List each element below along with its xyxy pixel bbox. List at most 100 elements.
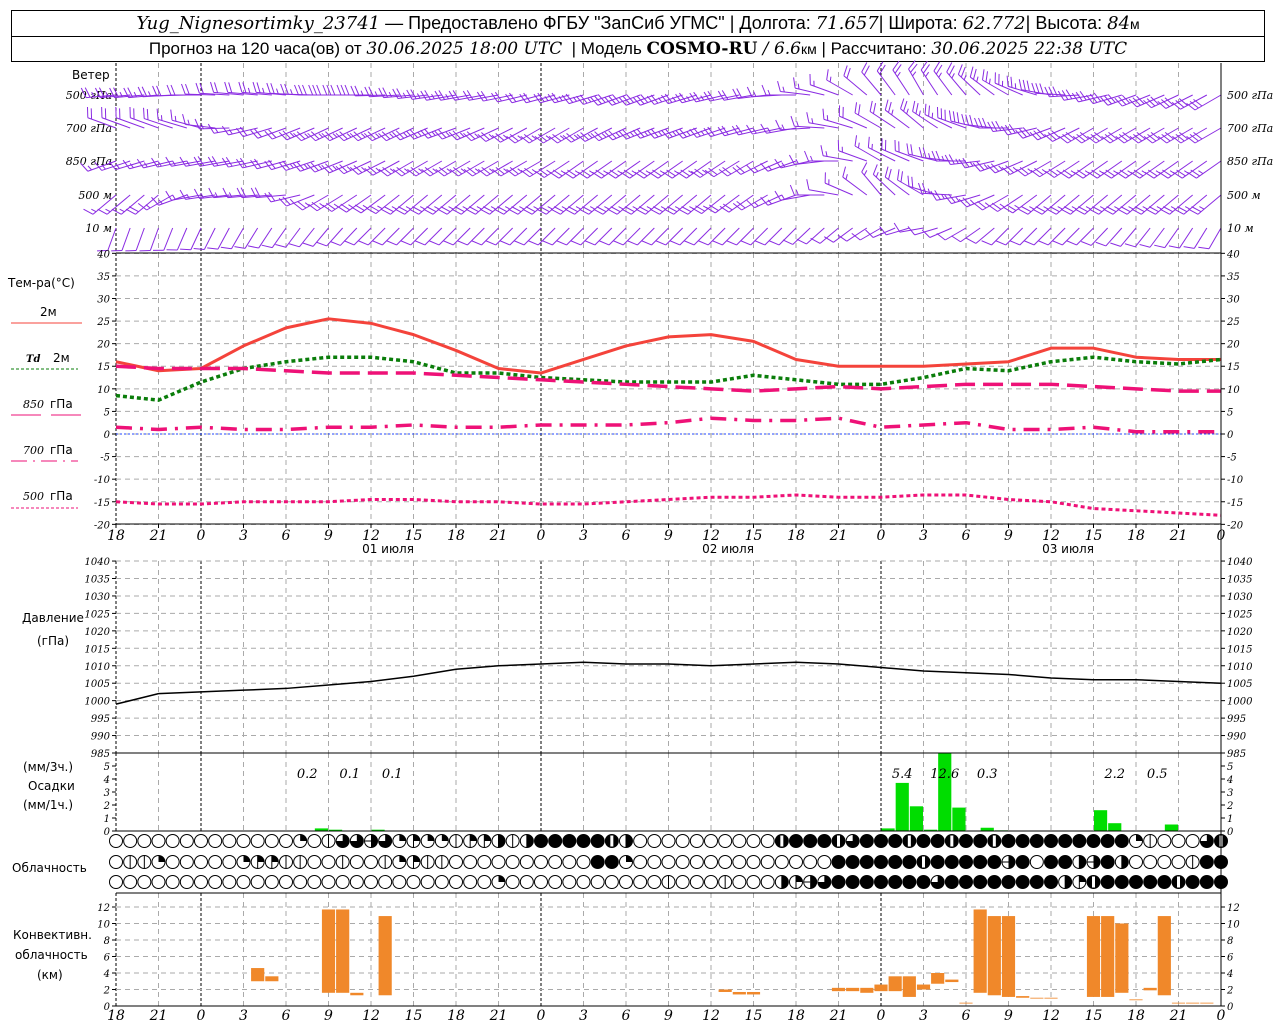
- cloud-fill: [1143, 875, 1158, 889]
- wind-barb-full: [1124, 243, 1136, 248]
- wind-barb-full: [568, 206, 578, 213]
- wind-barb-half: [405, 206, 412, 210]
- cloud-wedge: [371, 834, 378, 848]
- cloud-outline: [279, 834, 293, 848]
- wind-barb-staff: [316, 194, 343, 212]
- wind-barb-staff: [503, 194, 528, 215]
- wind-barb-staff: [629, 160, 655, 179]
- pressure-title: Давление: [22, 611, 84, 625]
- wind-barb-half: [604, 206, 610, 210]
- cloud-symbol-okta-1: [123, 855, 138, 869]
- cloud-symbol-okta-8: [1072, 834, 1087, 848]
- wind-barb-staff: [475, 194, 499, 215]
- wind-barb-full: [944, 154, 951, 165]
- wind-barb-full: [946, 62, 953, 73]
- wind-barb-full: [457, 240, 468, 246]
- conv-cloud-bar: [378, 916, 392, 996]
- cloud-symbol-okta-6: [817, 875, 832, 889]
- cloud-fill: [973, 875, 988, 889]
- wind-barb-full: [536, 208, 547, 215]
- wind-barb-full: [330, 241, 341, 246]
- wind-barb: [506, 127, 542, 144]
- cloud-fill: [1100, 855, 1115, 869]
- cloud-symbol-okta-2: [420, 834, 435, 848]
- cloud-fill: [1015, 834, 1030, 848]
- conv-cloud-bar: [718, 989, 732, 992]
- cloud-symbol-okta-0: [647, 875, 662, 889]
- wind-barb: [777, 80, 811, 96]
- wind-barb-staff: [1141, 194, 1165, 215]
- wind-barb-half: [781, 194, 785, 200]
- wind-barb-full: [238, 81, 243, 93]
- wind-barb: [1139, 227, 1165, 248]
- cloud-outline: [746, 834, 761, 848]
- wind-barb-staff: [686, 160, 712, 179]
- cloud-symbol-okta-0: [123, 875, 138, 889]
- cloud-outline: [817, 855, 832, 869]
- wind-barb-staff: [529, 160, 556, 178]
- time-label: 6: [962, 528, 971, 544]
- wind-barb-full: [846, 67, 851, 79]
- cloud-symbol-okta-0: [633, 875, 648, 889]
- time-label-bottom: 6: [622, 1008, 631, 1024]
- precip-bar: [909, 806, 923, 831]
- cloud-symbol-okta-7: [1171, 875, 1186, 889]
- conv-cloud-bar: [1157, 916, 1171, 996]
- cloud-symbol-okta-1: [434, 855, 449, 869]
- wind-barb-staff: [908, 68, 924, 96]
- wind-barb-half: [519, 206, 525, 210]
- wind-barb-staff: [1039, 160, 1066, 178]
- wind-barb-half: [629, 131, 635, 137]
- cloud-fill: [1058, 855, 1073, 869]
- cloud-wedge: [626, 855, 633, 862]
- wind-barb-full: [1021, 206, 1032, 213]
- cloud-symbol-okta-8: [1044, 875, 1058, 889]
- wind-barb: [170, 109, 202, 129]
- cloud-symbol-okta-6: [1199, 834, 1214, 848]
- wind-barb-half: [403, 132, 408, 138]
- wind-barb-full: [987, 121, 994, 132]
- wind-barb-half: [797, 83, 800, 90]
- wind-barb-staff: [713, 160, 740, 178]
- cloud-symbol-okta-0: [250, 875, 265, 889]
- cloud-symbol-okta-8: [817, 834, 832, 848]
- temp-tick-label-left: 10: [97, 385, 110, 396]
- wind-barb-full: [380, 208, 391, 215]
- wind-barb-staff: [458, 160, 485, 177]
- wind-barb: [648, 160, 683, 179]
- cloud-symbol-okta-0: [633, 855, 648, 869]
- conv-tick-label-left: 8: [104, 936, 110, 947]
- cloud-symbol-okta-7: [944, 834, 959, 848]
- wind-barb-half: [402, 92, 407, 98]
- time-label-bottom: 0: [877, 1008, 886, 1024]
- wind-barb-full: [170, 109, 173, 121]
- wind-barb-full: [960, 66, 966, 78]
- cloud-outline: [109, 834, 123, 848]
- wind-barb-half: [875, 171, 879, 178]
- conv-cloud-bar: [874, 984, 888, 992]
- wind-barb-half: [186, 193, 190, 200]
- wind-barb-staff: [1082, 160, 1108, 179]
- cloud-fill: [959, 855, 973, 869]
- wind-barb-staff: [854, 145, 882, 162]
- conv-cloud-bar: [1186, 1002, 1200, 1004]
- wind-barb-half: [999, 203, 1005, 208]
- time-label-bottom: 21: [149, 1008, 168, 1024]
- cloud-symbol-okta-0: [689, 834, 704, 848]
- wind-barb-staff: [489, 194, 513, 215]
- wind-barb-full: [910, 144, 913, 156]
- wind-barb-full: [1026, 80, 1030, 92]
- cloud-symbol-okta-0: [689, 875, 704, 889]
- wind-barb-full: [613, 240, 624, 246]
- cloud-outline: [264, 834, 279, 848]
- cloud-symbol-okta-5: [1086, 855, 1101, 869]
- cloud-outline: [576, 875, 591, 889]
- conv-cloud-bar: [902, 976, 916, 997]
- cloud-symbol-okta-8: [1044, 855, 1058, 869]
- wind-barb-full: [1089, 208, 1100, 215]
- wind-barb: [908, 60, 924, 96]
- conv-cloud-bar: [916, 984, 931, 990]
- cloud-fill: [534, 834, 548, 848]
- wind-barb-staff: [1134, 227, 1151, 248]
- wind-level-label-left: 850 гПа: [66, 155, 112, 168]
